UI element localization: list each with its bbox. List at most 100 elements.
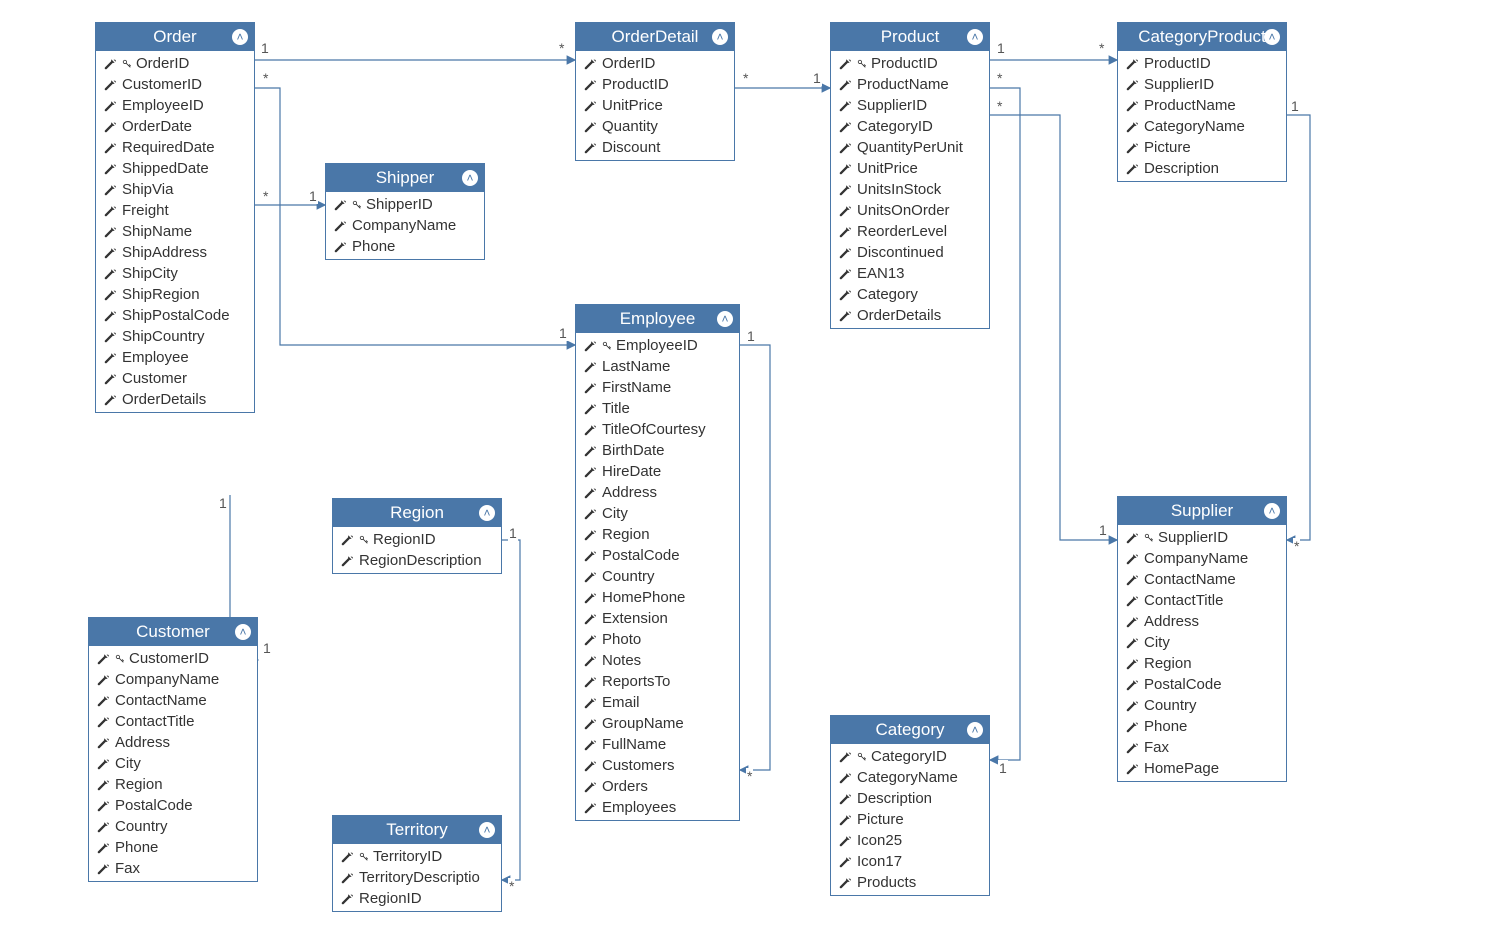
field-orders[interactable]: Orders (576, 776, 739, 797)
field-picture[interactable]: Picture (831, 809, 989, 830)
field-categoryid[interactable]: CategoryID (831, 116, 989, 137)
entity-header-territory[interactable]: Territory˄ (333, 816, 501, 844)
entity-header-region[interactable]: Region˄ (333, 499, 501, 527)
collapse-icon[interactable]: ˄ (967, 722, 983, 738)
field-shipregion[interactable]: ShipRegion (96, 284, 254, 305)
entity-territory[interactable]: Territory˄TerritoryIDTerritoryDescriptio… (332, 815, 502, 912)
field-city[interactable]: City (1118, 632, 1286, 653)
field-productid[interactable]: ProductID (1118, 53, 1286, 74)
collapse-icon[interactable]: ˄ (235, 624, 251, 640)
diagram-canvas[interactable]: Order˄OrderIDCustomerIDEmployeeIDOrderDa… (0, 0, 1500, 952)
field-postalcode[interactable]: PostalCode (576, 545, 739, 566)
entity-customer[interactable]: Customer˄CustomerIDCompanyNameContactNam… (88, 617, 258, 882)
entity-header-orderdetail[interactable]: OrderDetail˄ (576, 23, 734, 51)
field-phone[interactable]: Phone (326, 236, 484, 257)
field-employeeid[interactable]: EmployeeID (576, 335, 739, 356)
field-freight[interactable]: Freight (96, 200, 254, 221)
field-hiredate[interactable]: HireDate (576, 461, 739, 482)
field-fullname[interactable]: FullName (576, 734, 739, 755)
field-categoryname[interactable]: CategoryName (1118, 116, 1286, 137)
field-address[interactable]: Address (89, 732, 257, 753)
entity-orderdetail[interactable]: OrderDetail˄OrderIDProductIDUnitPriceQua… (575, 22, 735, 161)
entity-product[interactable]: Product˄ProductIDProductNameSupplierIDCa… (830, 22, 990, 329)
field-postalcode[interactable]: PostalCode (1118, 674, 1286, 695)
field-birthdate[interactable]: BirthDate (576, 440, 739, 461)
field-region[interactable]: Region (89, 774, 257, 795)
entity-region[interactable]: Region˄RegionIDRegionDescription (332, 498, 502, 574)
field-regiondescription[interactable]: RegionDescription (333, 550, 501, 571)
entity-employee[interactable]: Employee˄EmployeeIDLastNameFirstNameTitl… (575, 304, 740, 821)
field-country[interactable]: Country (89, 816, 257, 837)
field-shipvia[interactable]: ShipVia (96, 179, 254, 200)
field-homephone[interactable]: HomePhone (576, 587, 739, 608)
collapse-icon[interactable]: ˄ (717, 311, 733, 327)
field-productid[interactable]: ProductID (831, 53, 989, 74)
field-address[interactable]: Address (1118, 611, 1286, 632)
field-customerid[interactable]: CustomerID (89, 648, 257, 669)
field-orderdetails[interactable]: OrderDetails (96, 389, 254, 410)
field-categoryid[interactable]: CategoryID (831, 746, 989, 767)
field-phone[interactable]: Phone (1118, 716, 1286, 737)
field-shipname[interactable]: ShipName (96, 221, 254, 242)
field-orderid[interactable]: OrderID (96, 53, 254, 74)
collapse-icon[interactable]: ˄ (1264, 29, 1280, 45)
entity-header-employee[interactable]: Employee˄ (576, 305, 739, 333)
field-title[interactable]: Title (576, 398, 739, 419)
field-companyname[interactable]: CompanyName (89, 669, 257, 690)
field-shipaddress[interactable]: ShipAddress (96, 242, 254, 263)
field-territoryid[interactable]: TerritoryID (333, 846, 501, 867)
field-supplierid[interactable]: SupplierID (1118, 527, 1286, 548)
field-icon17[interactable]: Icon17 (831, 851, 989, 872)
field-customerid[interactable]: CustomerID (96, 74, 254, 95)
field-discount[interactable]: Discount (576, 137, 734, 158)
field-email[interactable]: Email (576, 692, 739, 713)
field-contactname[interactable]: ContactName (89, 690, 257, 711)
field-shipcountry[interactable]: ShipCountry (96, 326, 254, 347)
field-unitsonorder[interactable]: UnitsOnOrder (831, 200, 989, 221)
field-country[interactable]: Country (576, 566, 739, 587)
field-employeeid[interactable]: EmployeeID (96, 95, 254, 116)
field-fax[interactable]: Fax (89, 858, 257, 879)
field-postalcode[interactable]: PostalCode (89, 795, 257, 816)
field-quantity[interactable]: Quantity (576, 116, 734, 137)
field-shipperid[interactable]: ShipperID (326, 194, 484, 215)
collapse-icon[interactable]: ˄ (462, 170, 478, 186)
field-unitprice[interactable]: UnitPrice (576, 95, 734, 116)
collapse-icon[interactable]: ˄ (967, 29, 983, 45)
collapse-icon[interactable]: ˄ (1264, 503, 1280, 519)
field-notes[interactable]: Notes (576, 650, 739, 671)
field-regionid[interactable]: RegionID (333, 529, 501, 550)
field-products[interactable]: Products (831, 872, 989, 893)
field-companyname[interactable]: CompanyName (1118, 548, 1286, 569)
field-city[interactable]: City (576, 503, 739, 524)
field-groupname[interactable]: GroupName (576, 713, 739, 734)
field-orderdetails[interactable]: OrderDetails (831, 305, 989, 326)
field-shipcity[interactable]: ShipCity (96, 263, 254, 284)
field-regionid[interactable]: RegionID (333, 888, 501, 909)
field-photo[interactable]: Photo (576, 629, 739, 650)
field-customer[interactable]: Customer (96, 368, 254, 389)
entity-supplier[interactable]: Supplier˄SupplierIDCompanyNameContactNam… (1117, 496, 1287, 782)
field-unitprice[interactable]: UnitPrice (831, 158, 989, 179)
field-titleofcourtesy[interactable]: TitleOfCourtesy (576, 419, 739, 440)
field-shippostalcode[interactable]: ShipPostalCode (96, 305, 254, 326)
field-productname[interactable]: ProductName (1118, 95, 1286, 116)
field-category[interactable]: Category (831, 284, 989, 305)
collapse-icon[interactable]: ˄ (479, 505, 495, 521)
entity-header-shipper[interactable]: Shipper˄ (326, 164, 484, 192)
field-city[interactable]: City (89, 753, 257, 774)
field-customers[interactable]: Customers (576, 755, 739, 776)
field-description[interactable]: Description (831, 788, 989, 809)
field-extension[interactable]: Extension (576, 608, 739, 629)
field-reportsto[interactable]: ReportsTo (576, 671, 739, 692)
field-firstname[interactable]: FirstName (576, 377, 739, 398)
collapse-icon[interactable]: ˄ (479, 822, 495, 838)
entity-header-categoryproduct[interactable]: CategoryProduct˄ (1118, 23, 1286, 51)
field-contactname[interactable]: ContactName (1118, 569, 1286, 590)
field-discontinued[interactable]: Discontinued (831, 242, 989, 263)
field-fax[interactable]: Fax (1118, 737, 1286, 758)
field-contacttitle[interactable]: ContactTitle (89, 711, 257, 732)
field-country[interactable]: Country (1118, 695, 1286, 716)
field-orderdate[interactable]: OrderDate (96, 116, 254, 137)
field-orderid[interactable]: OrderID (576, 53, 734, 74)
